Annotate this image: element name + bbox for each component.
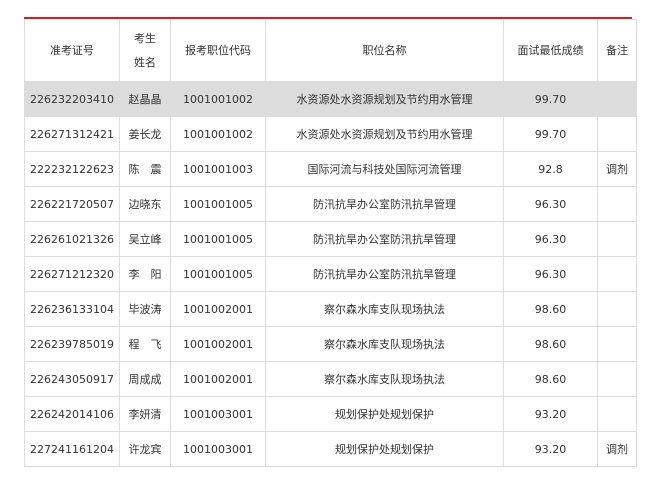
- cell-name: 毕波涛: [119, 291, 171, 327]
- cell-min-score: 99.70: [503, 81, 598, 117]
- cell-position-name: 水资源处水资源规划及节约用水管理: [265, 116, 504, 152]
- cell-remark: [597, 256, 637, 292]
- cell-ticket: 226239785019: [24, 326, 120, 362]
- header-name-line2: 姓名: [134, 55, 156, 69]
- cell-min-score: 92.8: [503, 151, 598, 187]
- cell-remark: [597, 221, 637, 257]
- table-row: 226243050917 周成成 1001002001 察尔森水库支队现场执法 98.6…: [24, 361, 637, 397]
- cell-name: 李 阳: [119, 256, 171, 292]
- cell-ticket: 226232203410: [24, 81, 120, 117]
- cell-ticket: 226221720507: [24, 186, 120, 222]
- table-row: 227241161204 许龙宾 1001003001 规划保护处规划保护 93.20 调…: [24, 431, 637, 467]
- cell-position-name: 防汛抗旱办公室防汛抗旱管理: [265, 256, 504, 292]
- table-row: 226271312421 姜长龙 1001001002 水资源处水资源规划及节约用水管…: [24, 116, 637, 152]
- cell-position-name: 规划保护处规划保护: [265, 396, 504, 432]
- cell-name: 李妍清: [119, 396, 171, 432]
- cell-min-score: 93.20: [503, 431, 598, 467]
- cell-position-code: 1001003001: [170, 396, 266, 432]
- table-row: 226232203410 赵晶晶 1001001002 水资源处水资源规划及节约用水管…: [24, 81, 637, 117]
- cell-position-name: 防汛抗旱办公室防汛抗旱管理: [265, 186, 504, 222]
- header-row: 准考证号 考生 姓名 报考职位代码 职位名称 面试最低成绩 备注: [24, 19, 637, 82]
- results-table-container: 准考证号 考生 姓名 报考职位代码 职位名称 面试最低成绩 备注 2262322…: [24, 17, 637, 467]
- cell-ticket: 226271312421: [24, 116, 120, 152]
- cell-ticket: 226242014106: [24, 396, 120, 432]
- cell-position-name: 防汛抗旱办公室防汛抗旱管理: [265, 221, 504, 257]
- cell-remark: 调剂: [597, 151, 637, 187]
- cell-name: 姜长龙: [119, 116, 171, 152]
- header-name: 考生 姓名: [119, 19, 171, 82]
- cell-min-score: 98.60: [503, 291, 598, 327]
- cell-remark: [597, 326, 637, 362]
- cell-position-name: 水资源处水资源规划及节约用水管理: [265, 81, 504, 117]
- header-position-code: 报考职位代码: [170, 19, 266, 82]
- cell-position-code: 1001001002: [170, 81, 266, 117]
- table-row: 226242014106 李妍清 1001003001 规划保护处规划保护 93.20: [24, 396, 637, 432]
- cell-min-score: 99.70: [503, 116, 598, 152]
- cell-name: 许龙宾: [119, 431, 171, 467]
- cell-remark: [597, 186, 637, 222]
- cell-name: 周成成: [119, 361, 171, 397]
- header-remark: 备注: [597, 19, 637, 82]
- table-row: 226261021326 吴立峰 1001001005 防汛抗旱办公室防汛抗旱管理 96…: [24, 221, 637, 257]
- cell-ticket: 227241161204: [24, 431, 120, 467]
- cell-position-code: 1001001005: [170, 221, 266, 257]
- cell-position-name: 察尔森水库支队现场执法: [265, 361, 504, 397]
- cell-remark: [597, 116, 637, 152]
- cell-name: 吴立峰: [119, 221, 171, 257]
- cell-min-score: 96.30: [503, 256, 598, 292]
- cell-position-code: 1001002001: [170, 326, 266, 362]
- cell-remark: [597, 81, 637, 117]
- cell-name: 陈 震: [119, 151, 171, 187]
- cell-position-name: 察尔森水库支队现场执法: [265, 326, 504, 362]
- cell-min-score: 98.60: [503, 326, 598, 362]
- table-body: 226232203410 赵晶晶 1001001002 水资源处水资源规划及节约用水管…: [24, 81, 637, 467]
- cell-position-name: 规划保护处规划保护: [265, 431, 504, 467]
- results-table: 准考证号 考生 姓名 报考职位代码 职位名称 面试最低成绩 备注 2262322…: [24, 19, 637, 467]
- cell-position-code: 1001002001: [170, 291, 266, 327]
- cell-ticket: 222232122623: [24, 151, 120, 187]
- cell-min-score: 98.60: [503, 361, 598, 397]
- cell-ticket: 226236133104: [24, 291, 120, 327]
- header-min-score: 面试最低成绩: [503, 19, 598, 82]
- cell-name: 程 飞: [119, 326, 171, 362]
- cell-remark: [597, 396, 637, 432]
- table-row: 226236133104 毕波涛 1001002001 察尔森水库支队现场执法 98.6…: [24, 291, 637, 327]
- table-row: 226221720507 边晓东 1001001005 防汛抗旱办公室防汛抗旱管理 96…: [24, 186, 637, 222]
- cell-ticket: 226261021326: [24, 221, 120, 257]
- cell-position-code: 1001001005: [170, 186, 266, 222]
- cell-position-code: 1001003001: [170, 431, 266, 467]
- header-ticket: 准考证号: [24, 19, 120, 82]
- header-position-name: 职位名称: [265, 19, 504, 82]
- cell-position-code: 1001001003: [170, 151, 266, 187]
- cell-remark: [597, 291, 637, 327]
- table-row: 226239785019 程 飞 1001002001 察尔森水库支队现场执法 98.6…: [24, 326, 637, 362]
- table-row: 226271212320 李 阳 1001001005 防汛抗旱办公室防汛抗旱管理 96…: [24, 256, 637, 292]
- table-row: 222232122623 陈 震 1001001003 国际河流与科技处国际河流管理 9…: [24, 151, 637, 187]
- cell-position-code: 1001001002: [170, 116, 266, 152]
- cell-ticket: 226271212320: [24, 256, 120, 292]
- cell-min-score: 96.30: [503, 186, 598, 222]
- cell-remark: [597, 361, 637, 397]
- cell-ticket: 226243050917: [24, 361, 120, 397]
- cell-name: 赵晶晶: [119, 81, 171, 117]
- cell-remark: 调剂: [597, 431, 637, 467]
- cell-position-code: 1001001005: [170, 256, 266, 292]
- header-name-line1: 考生: [134, 31, 156, 45]
- cell-name: 边晓东: [119, 186, 171, 222]
- cell-position-code: 1001002001: [170, 361, 266, 397]
- cell-position-name: 国际河流与科技处国际河流管理: [265, 151, 504, 187]
- cell-min-score: 96.30: [503, 221, 598, 257]
- cell-position-name: 察尔森水库支队现场执法: [265, 291, 504, 327]
- cell-min-score: 93.20: [503, 396, 598, 432]
